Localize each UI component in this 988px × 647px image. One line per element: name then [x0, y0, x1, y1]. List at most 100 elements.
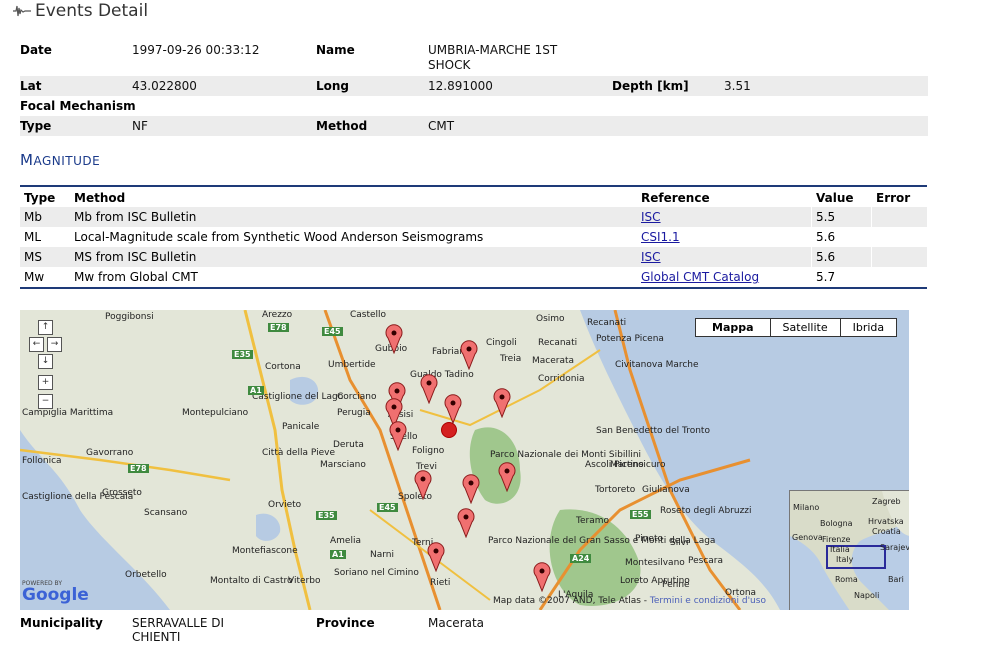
- table-row: ML Local-Magnitude scale from Synthetic …: [20, 227, 927, 247]
- map-label: Teramo: [576, 516, 609, 526]
- overview-label: Bologna: [820, 519, 853, 528]
- road-label: E78: [268, 323, 289, 332]
- map-label: Deruta: [333, 440, 364, 450]
- road-label: E35: [232, 350, 253, 359]
- map-label: Narni: [370, 550, 394, 560]
- page-header: Events Detail: [13, 0, 148, 22]
- google-logo[interactable]: POWERED BY Google: [22, 580, 89, 604]
- event-map[interactable]: Poggibonsi Arezzo Castello Osimo Recanat…: [20, 310, 909, 610]
- map-marker-icon[interactable]: [385, 324, 403, 354]
- col-method: Method: [74, 191, 126, 205]
- road-label: E35: [316, 511, 337, 520]
- date-label: Date: [20, 43, 52, 57]
- overview-map[interactable]: Milano Zagreb Hrvatska Croatia Bologna F…: [789, 490, 909, 610]
- map-label: Perugia: [337, 408, 371, 418]
- map-marker-icon[interactable]: [460, 340, 478, 370]
- map-label: Montefiascone: [232, 546, 298, 556]
- map-label: Gavorrano: [86, 448, 134, 458]
- event-row-date: Date 1997-09-26 00:33:12 Name UMBRIA-MAR…: [20, 40, 928, 72]
- map-marker-icon[interactable]: [493, 388, 511, 418]
- cell-method: Mb from ISC Bulletin: [70, 207, 637, 227]
- map-label: Castiglione della Pescaia: [22, 492, 134, 502]
- cell-error: [871, 227, 927, 247]
- map-marker-icon[interactable]: [389, 421, 407, 451]
- map-label: Pescara: [688, 556, 724, 566]
- cell-type: Mw: [24, 270, 45, 284]
- cell-value: 5.7: [811, 267, 872, 288]
- map-label: Parco Nazionale dei Monti Sibillini: [490, 450, 642, 460]
- table-row: MS MS from ISC Bulletin ISC 5.6: [20, 247, 927, 267]
- map-type-map-button[interactable]: Mappa: [696, 319, 770, 336]
- reference-link[interactable]: CSI1.1: [641, 230, 680, 244]
- map-label: Soriano nel Cimino: [334, 568, 419, 578]
- table-row: Mb Mb from ISC Bulletin ISC 5.5: [20, 207, 927, 227]
- pan-left-icon[interactable]: ←: [29, 337, 44, 352]
- cell-method: Local-Magnitude scale from Synthetic Woo…: [74, 230, 484, 244]
- road-label: E45: [322, 327, 343, 336]
- reference-link[interactable]: ISC: [641, 210, 661, 224]
- overview-label: Firenze: [822, 535, 851, 544]
- map-type-satellite-button[interactable]: Satellite: [769, 319, 840, 336]
- map-label: Corciano: [337, 392, 377, 402]
- cell-value: 5.6: [811, 227, 872, 247]
- map-label: Osimo: [536, 314, 565, 324]
- map-marker-icon[interactable]: [498, 462, 516, 492]
- map-label: Panicale: [282, 422, 320, 432]
- map-label: Civitanova Marche: [615, 360, 699, 370]
- overview-label: Italia: [830, 545, 850, 554]
- map-marker-icon[interactable]: [533, 562, 551, 592]
- overview-label: Milano: [793, 503, 820, 512]
- map-marker-icon[interactable]: [444, 394, 462, 424]
- pan-down-icon[interactable]: ↓: [38, 354, 53, 369]
- table-row: Mw Mw from Global CMT Global CMT Catalog…: [20, 267, 927, 288]
- attribution-text: Map data ©2007 AND, Tele Atlas: [493, 596, 641, 606]
- map-type-hybrid-button[interactable]: Ibrida: [839, 319, 897, 336]
- terms-link[interactable]: Termini e condizioni d'uso: [650, 596, 766, 606]
- type-value: NF: [132, 119, 148, 133]
- cell-reference: CSI1.1: [637, 227, 812, 247]
- epicenter-dot[interactable]: [441, 422, 457, 438]
- cell-value: 5.6: [811, 247, 872, 267]
- name-value-line2: SHOCK: [428, 58, 471, 72]
- logo-text: Google: [22, 585, 89, 605]
- magnitude-title-rest: AGNITUDE: [33, 154, 101, 168]
- pan-up-icon[interactable]: ↑: [38, 320, 53, 335]
- map-marker-icon[interactable]: [414, 470, 432, 500]
- map-label: Potenza Picena: [596, 334, 664, 344]
- map-label: Recanati: [587, 318, 627, 328]
- map-marker-icon[interactable]: [420, 374, 438, 404]
- type-label: Type: [20, 119, 52, 133]
- name-value-line1: UMBRIA-MARCHE 1ST: [428, 43, 558, 57]
- map-label: Umbertide: [328, 360, 376, 370]
- zoom-in-icon[interactable]: +: [38, 375, 53, 390]
- reference-link[interactable]: Global CMT Catalog: [641, 270, 759, 284]
- zoom-out-icon[interactable]: −: [38, 394, 53, 409]
- map-label: Montalto di Castro: [210, 576, 293, 586]
- name-label: Name: [316, 43, 355, 57]
- map-marker-icon[interactable]: [427, 542, 445, 572]
- reference-link[interactable]: ISC: [641, 250, 661, 264]
- map-marker-icon[interactable]: [457, 508, 475, 538]
- date-value: 1997-09-26 00:33:12: [132, 43, 260, 57]
- map-label: Follonica: [22, 456, 62, 466]
- municipality-label: Municipality: [20, 616, 103, 630]
- map-marker-icon[interactable]: [462, 474, 480, 504]
- cell-type: ML: [24, 230, 42, 244]
- map-label: Giulianova: [642, 485, 690, 495]
- pan-right-icon[interactable]: →: [47, 337, 62, 352]
- road-label: E55: [630, 510, 651, 519]
- map-label: Amelia: [330, 536, 361, 546]
- cell-type: Mb: [20, 207, 70, 227]
- map-label: Foligno: [412, 446, 445, 456]
- map-label: Treia: [500, 354, 522, 364]
- event-row-focal: Focal Mechanism: [20, 96, 928, 116]
- map-label: Montepulciano: [182, 408, 249, 418]
- lat-label: Lat: [20, 79, 42, 93]
- map-label: Arezzo: [262, 310, 293, 320]
- map-label: Città della Pieve: [262, 448, 335, 458]
- magnitude-title-initial: M: [20, 151, 34, 169]
- map-label: Pineto: [635, 534, 664, 544]
- map-label: Castello: [350, 310, 387, 320]
- map-label: Tortoreto: [595, 485, 636, 495]
- map-label: Recanati: [538, 338, 578, 348]
